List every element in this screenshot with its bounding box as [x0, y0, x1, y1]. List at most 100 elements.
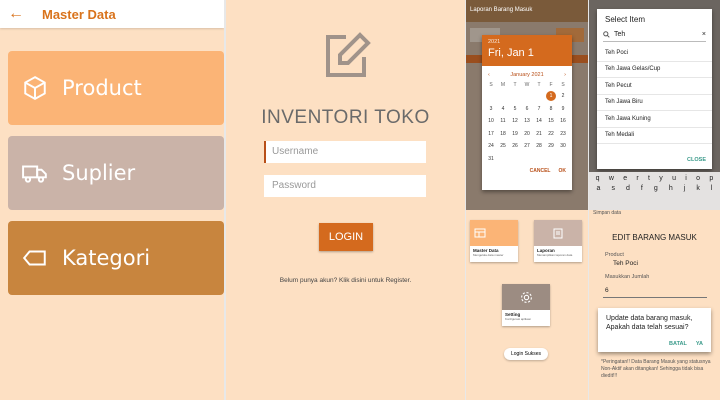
- menu-card-name: Laporan: [537, 248, 555, 253]
- day-cell[interactable]: 23: [557, 128, 569, 141]
- day-cell[interactable]: 20: [521, 128, 533, 141]
- cancel-button[interactable]: CANCEL: [530, 168, 551, 174]
- day-cell[interactable]: 11: [497, 115, 509, 128]
- key[interactable]: t: [648, 175, 650, 182]
- weekday-label: M: [500, 82, 506, 88]
- empty-day: [533, 90, 545, 103]
- list-item[interactable]: Teh Medali: [597, 128, 712, 144]
- batal-button[interactable]: BATAL: [669, 341, 687, 347]
- weekday-label: T: [513, 82, 517, 88]
- day-cell[interactable]: 12: [509, 115, 521, 128]
- weekday-label: S: [489, 82, 493, 88]
- key[interactable]: w: [609, 175, 614, 182]
- day-cell[interactable]: 21: [533, 128, 545, 141]
- search-field[interactable]: Teh ×: [603, 28, 706, 42]
- username-input[interactable]: Username: [264, 141, 426, 163]
- day-cell[interactable]: 2: [557, 90, 569, 103]
- search-query[interactable]: Teh: [610, 31, 702, 38]
- key[interactable]: j: [684, 185, 686, 192]
- product-card[interactable]: Product: [8, 51, 224, 125]
- key[interactable]: p: [709, 175, 713, 182]
- date-picker-dialog: 2021 Fri, Jan 1 ‹ January 2021 › SMTWTFS…: [482, 35, 572, 190]
- list-item[interactable]: Teh Jawa Gelas/Cup: [597, 62, 712, 78]
- list-item[interactable]: Teh Jawa Biru: [597, 95, 712, 111]
- day-cell[interactable]: 18: [497, 128, 509, 141]
- key[interactable]: s: [611, 185, 615, 192]
- day-cell[interactable]: 19: [509, 128, 521, 141]
- day-cell[interactable]: 1: [546, 91, 556, 101]
- login-button[interactable]: LOGIN: [319, 223, 373, 251]
- day-cell[interactable]: 5: [509, 103, 521, 116]
- day-cell[interactable]: 28: [533, 140, 545, 153]
- key[interactable]: h: [669, 185, 673, 192]
- edit-logo-icon: [326, 32, 371, 77]
- day-cell[interactable]: 13: [521, 115, 533, 128]
- back-arrow-icon[interactable]: ←: [8, 5, 26, 23]
- keyboard-row: qwertyuiop: [589, 172, 720, 182]
- key[interactable]: a: [597, 185, 601, 192]
- suplier-card[interactable]: Suplier: [8, 136, 224, 210]
- laporan-menu-card[interactable]: Laporan Menampilkan laporan data: [534, 220, 582, 262]
- menu-card-top: [534, 220, 582, 246]
- weekday-label: W: [524, 82, 530, 88]
- qty-input[interactable]: 6: [605, 287, 609, 294]
- setting-menu-card[interactable]: Setting Konfigurasi aplikasi: [502, 284, 550, 326]
- key[interactable]: y: [659, 175, 663, 182]
- day-cell[interactable]: 3: [485, 103, 497, 116]
- key[interactable]: o: [696, 175, 700, 182]
- day-cell[interactable]: 22: [545, 128, 557, 141]
- picker-year[interactable]: 2021: [488, 39, 566, 45]
- key[interactable]: q: [596, 175, 600, 182]
- day-cell[interactable]: 6: [521, 103, 533, 116]
- product-label: Product: [605, 252, 624, 258]
- next-month-icon[interactable]: ›: [564, 72, 566, 78]
- key[interactable]: d: [626, 185, 630, 192]
- close-button[interactable]: CLOSE: [687, 157, 706, 163]
- day-cell[interactable]: 25: [497, 140, 509, 153]
- key[interactable]: l: [711, 185, 713, 192]
- key[interactable]: f: [641, 185, 643, 192]
- day-cell[interactable]: 24: [485, 140, 497, 153]
- empty-day: [509, 90, 521, 103]
- list-item[interactable]: Teh Pecut: [597, 78, 712, 95]
- laporan-screen: Laporan Barang Masuk 2021 Fri, Jan 1 ‹ J…: [466, 0, 588, 400]
- list-item[interactable]: Teh Jawa Kuning: [597, 111, 712, 128]
- day-cell[interactable]: 17: [485, 128, 497, 141]
- day-cell[interactable]: 31: [485, 153, 497, 166]
- list-item[interactable]: Teh Poci: [597, 45, 712, 62]
- key[interactable]: g: [654, 185, 658, 192]
- day-cell[interactable]: 7: [533, 103, 545, 116]
- month-label: January 2021: [510, 72, 544, 78]
- day-cell[interactable]: 16: [557, 115, 569, 128]
- day-cell[interactable]: 8: [545, 103, 557, 116]
- day-cell[interactable]: 14: [533, 115, 545, 128]
- product-value[interactable]: Teh Poci: [613, 260, 638, 267]
- gear-icon: [520, 291, 532, 303]
- day-cell[interactable]: 27: [521, 140, 533, 153]
- weekday-label: S: [561, 82, 565, 88]
- clear-icon[interactable]: ×: [702, 31, 706, 38]
- prev-month-icon[interactable]: ‹: [488, 72, 490, 78]
- password-input[interactable]: Password: [264, 175, 426, 197]
- day-cell[interactable]: 26: [509, 140, 521, 153]
- kategori-card[interactable]: Kategori: [8, 221, 224, 295]
- ok-button[interactable]: OK: [559, 168, 567, 174]
- ya-button[interactable]: YA: [696, 341, 703, 347]
- login-screen: INVENTORI TOKO Username Password LOGIN B…: [226, 0, 465, 400]
- day-cell[interactable]: 10: [485, 115, 497, 128]
- day-cell[interactable]: 30: [557, 140, 569, 153]
- key[interactable]: k: [696, 185, 700, 192]
- menu-card-sub: Menampilkan laporan data: [537, 253, 573, 257]
- day-cell[interactable]: 9: [557, 103, 569, 116]
- key[interactable]: u: [672, 175, 676, 182]
- master-data-menu-card[interactable]: Master Data Mengelola data master: [470, 220, 518, 262]
- day-cell[interactable]: 29: [545, 140, 557, 153]
- key[interactable]: i: [685, 175, 687, 182]
- register-link[interactable]: Belum punya akun? Klik disini untuk Regi…: [226, 277, 465, 284]
- key[interactable]: e: [623, 175, 627, 182]
- key[interactable]: r: [636, 175, 638, 182]
- day-cell[interactable]: 4: [497, 103, 509, 116]
- tag-icon: [22, 250, 46, 266]
- confirm-dialog: Update data barang masuk, Apakah data te…: [598, 308, 711, 352]
- day-cell[interactable]: 15: [545, 115, 557, 128]
